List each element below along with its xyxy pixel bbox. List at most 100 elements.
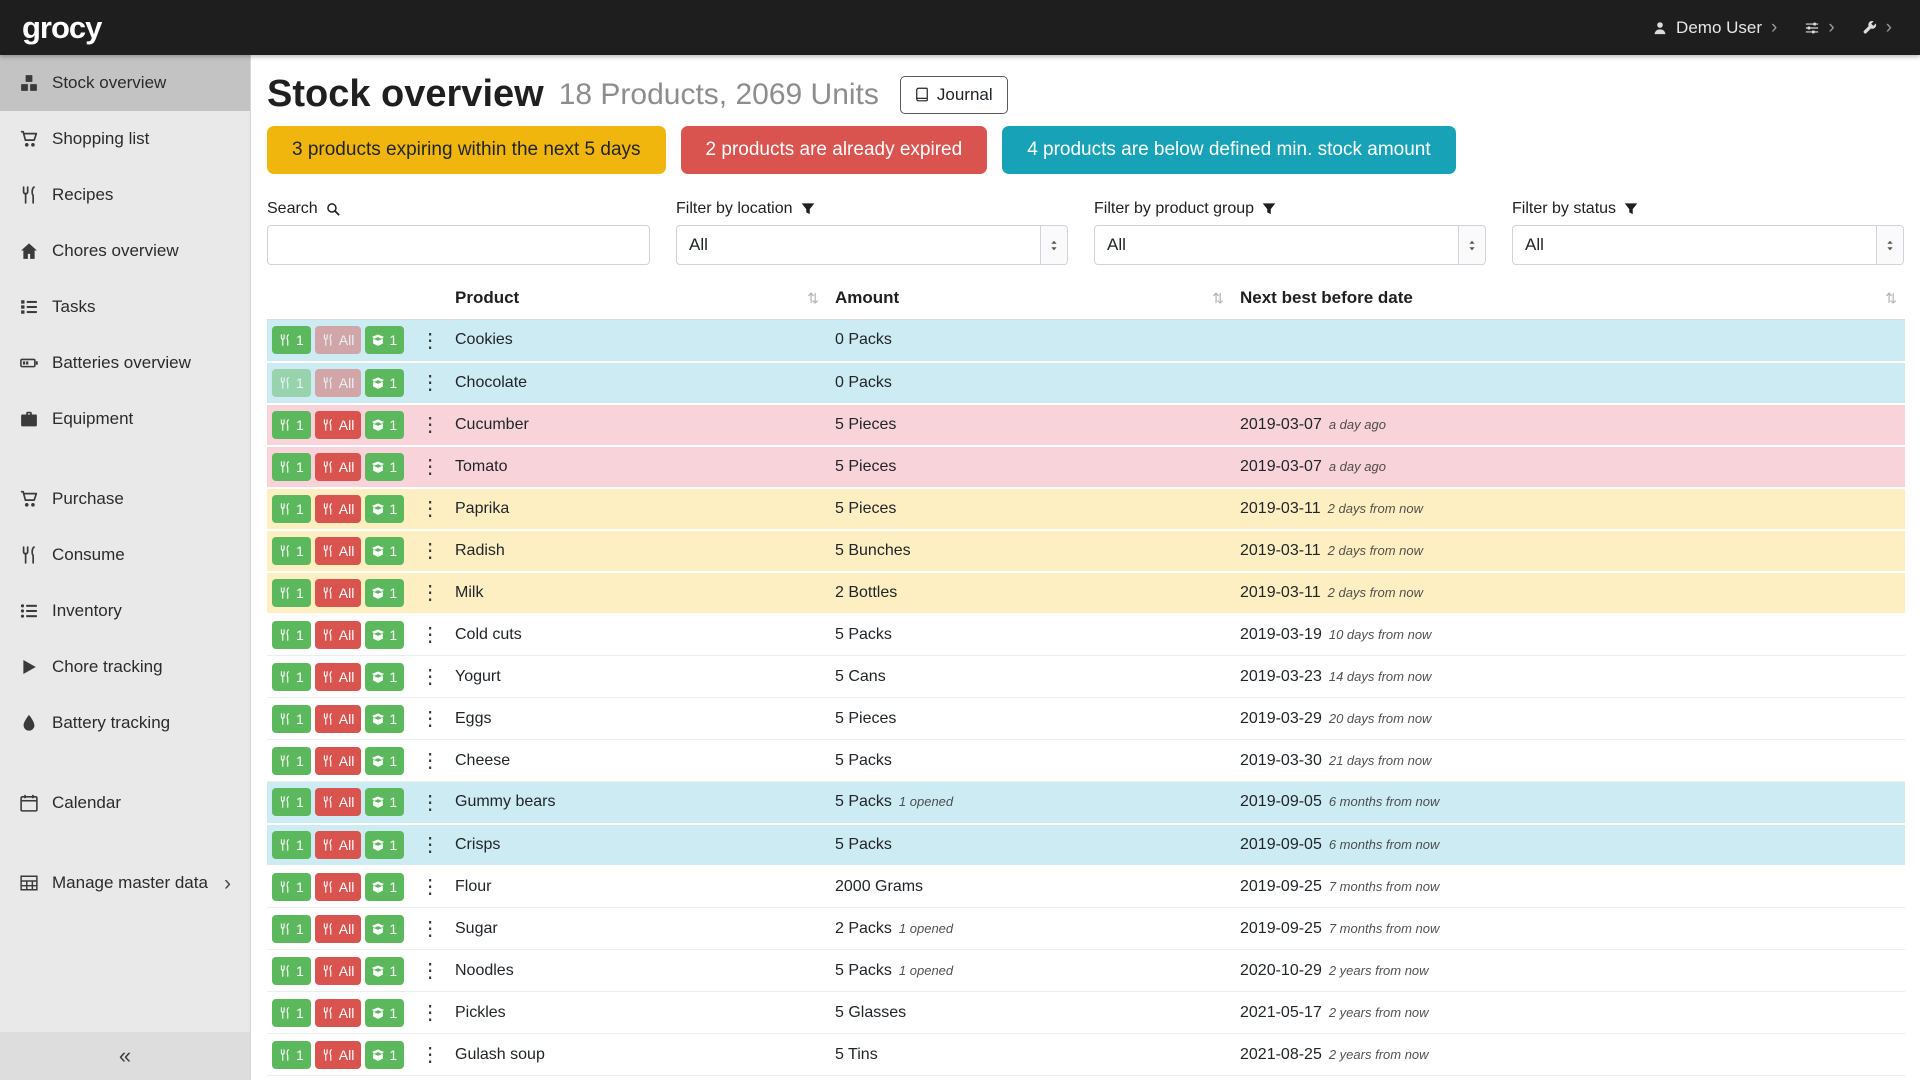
consume-all-button[interactable]: All [315,705,362,733]
row-menu-button[interactable]: ⋮ [415,1000,445,1025]
col-product[interactable]: Product ⇅ [447,279,827,320]
consume-all-button[interactable]: All [315,831,362,859]
row-menu-button[interactable]: ⋮ [415,370,445,395]
consume-all-button[interactable]: All [315,369,362,397]
open-one-button[interactable]: 1 [365,873,404,901]
open-one-button[interactable]: 1 [365,579,404,607]
open-one-button[interactable]: 1 [365,411,404,439]
sidebar-item-tasks[interactable]: Tasks [0,279,250,335]
consume-one-button[interactable]: 1 [272,788,311,816]
row-menu-button[interactable]: ⋮ [415,580,445,605]
sidebar-item-chores-overview[interactable]: Chores overview [0,223,250,279]
open-one-button[interactable]: 1 [365,621,404,649]
row-menu-button[interactable]: ⋮ [415,622,445,647]
consume-one-button[interactable]: 1 [272,369,311,397]
consume-one-button[interactable]: 1 [272,537,311,565]
consume-one-button[interactable]: 1 [272,621,311,649]
product-group-filter-select[interactable]: All [1094,225,1486,265]
settings-menu[interactable]: › [1805,18,1834,37]
row-menu-button[interactable]: ⋮ [415,706,445,731]
consume-one-button[interactable]: 1 [272,873,311,901]
open-one-button[interactable]: 1 [365,453,404,481]
row-menu-button[interactable]: ⋮ [415,1042,445,1067]
consume-one-button[interactable]: 1 [272,747,311,775]
consume-all-button[interactable]: All [315,788,362,816]
open-one-button[interactable]: 1 [365,788,404,816]
open-one-button[interactable]: 1 [365,999,404,1027]
row-menu-button[interactable]: ⋮ [415,790,445,815]
consume-one-button[interactable]: 1 [272,663,311,691]
sidebar-item-recipes[interactable]: Recipes [0,167,250,223]
sidebar-item-stock-overview[interactable]: Stock overview [0,55,250,111]
below-min-stock-alert-badge[interactable]: 4 products are below defined min. stock … [1002,126,1455,174]
open-one-button[interactable]: 1 [365,1041,404,1069]
admin-menu[interactable]: › [1863,18,1892,37]
col-best-before-date[interactable]: Next best before date ⇅ [1232,279,1905,320]
open-one-button[interactable]: 1 [365,915,404,943]
consume-all-button[interactable]: All [315,621,362,649]
open-one-button[interactable]: 1 [365,326,404,354]
row-menu-button[interactable]: ⋮ [415,664,445,689]
row-menu-button[interactable]: ⋮ [415,874,445,899]
row-menu-button[interactable]: ⋮ [415,496,445,521]
consume-all-button[interactable]: All [315,999,362,1027]
consume-one-button[interactable]: 1 [272,495,311,523]
consume-one-button[interactable]: 1 [272,957,311,985]
expiring-alert-badge[interactable]: 3 products expiring within the next 5 da… [267,126,666,174]
journal-button[interactable]: Journal [900,76,1008,114]
sidebar-item-consume[interactable]: Consume [0,527,250,583]
sidebar-item-inventory[interactable]: Inventory [0,583,250,639]
open-one-button[interactable]: 1 [365,495,404,523]
col-amount[interactable]: Amount ⇅ [827,279,1232,320]
row-menu-button[interactable]: ⋮ [415,832,445,857]
open-one-button[interactable]: 1 [365,957,404,985]
consume-all-button[interactable]: All [315,411,362,439]
open-one-button[interactable]: 1 [365,537,404,565]
consume-one-button[interactable]: 1 [272,453,311,481]
row-menu-button[interactable]: ⋮ [415,958,445,983]
consume-all-button[interactable]: All [315,495,362,523]
status-filter-select[interactable]: All [1512,225,1904,265]
open-one-button[interactable]: 1 [365,705,404,733]
sidebar-item-calendar[interactable]: Calendar [0,775,250,831]
consume-one-button[interactable]: 1 [272,411,311,439]
open-one-button[interactable]: 1 [365,747,404,775]
sidebar-item-equipment[interactable]: Equipment [0,391,250,447]
open-one-button[interactable]: 1 [365,831,404,859]
consume-all-button[interactable]: All [315,326,362,354]
row-menu-button[interactable]: ⋮ [415,748,445,773]
consume-all-button[interactable]: All [315,747,362,775]
consume-all-button[interactable]: All [315,663,362,691]
open-one-button[interactable]: 1 [365,663,404,691]
consume-all-button[interactable]: All [315,915,362,943]
row-menu-button[interactable]: ⋮ [415,412,445,437]
row-menu-button[interactable]: ⋮ [415,916,445,941]
consume-one-button[interactable]: 1 [272,831,311,859]
consume-all-button[interactable]: All [315,537,362,565]
sidebar-item-batteries-overview[interactable]: Batteries overview [0,335,250,391]
consume-one-button[interactable]: 1 [272,705,311,733]
search-input[interactable] [267,225,650,265]
user-menu[interactable]: Demo User › [1653,18,1777,38]
sidebar-item-purchase[interactable]: Purchase [0,471,250,527]
consume-all-button[interactable]: All [315,873,362,901]
expired-alert-badge[interactable]: 2 products are already expired [681,126,988,174]
consume-one-button[interactable]: 1 [272,1041,311,1069]
app-logo[interactable]: grocy [22,10,101,46]
consume-all-button[interactable]: All [315,1041,362,1069]
location-filter-select[interactable]: All [676,225,1068,265]
sidebar-item-manage-master-data[interactable]: Manage master data› [0,855,250,911]
sidebar-item-battery-tracking[interactable]: Battery tracking [0,695,250,751]
consume-one-button[interactable]: 1 [272,915,311,943]
sidebar-collapse-button[interactable]: « [0,1032,250,1080]
consume-one-button[interactable]: 1 [272,326,311,354]
sidebar-item-chore-tracking[interactable]: Chore tracking [0,639,250,695]
consume-one-button[interactable]: 1 [272,579,311,607]
consume-all-button[interactable]: All [315,579,362,607]
consume-all-button[interactable]: All [315,957,362,985]
consume-all-button[interactable]: All [315,453,362,481]
row-menu-button[interactable]: ⋮ [415,454,445,479]
open-one-button[interactable]: 1 [365,369,404,397]
row-menu-button[interactable]: ⋮ [415,538,445,563]
row-menu-button[interactable]: ⋮ [415,328,445,353]
